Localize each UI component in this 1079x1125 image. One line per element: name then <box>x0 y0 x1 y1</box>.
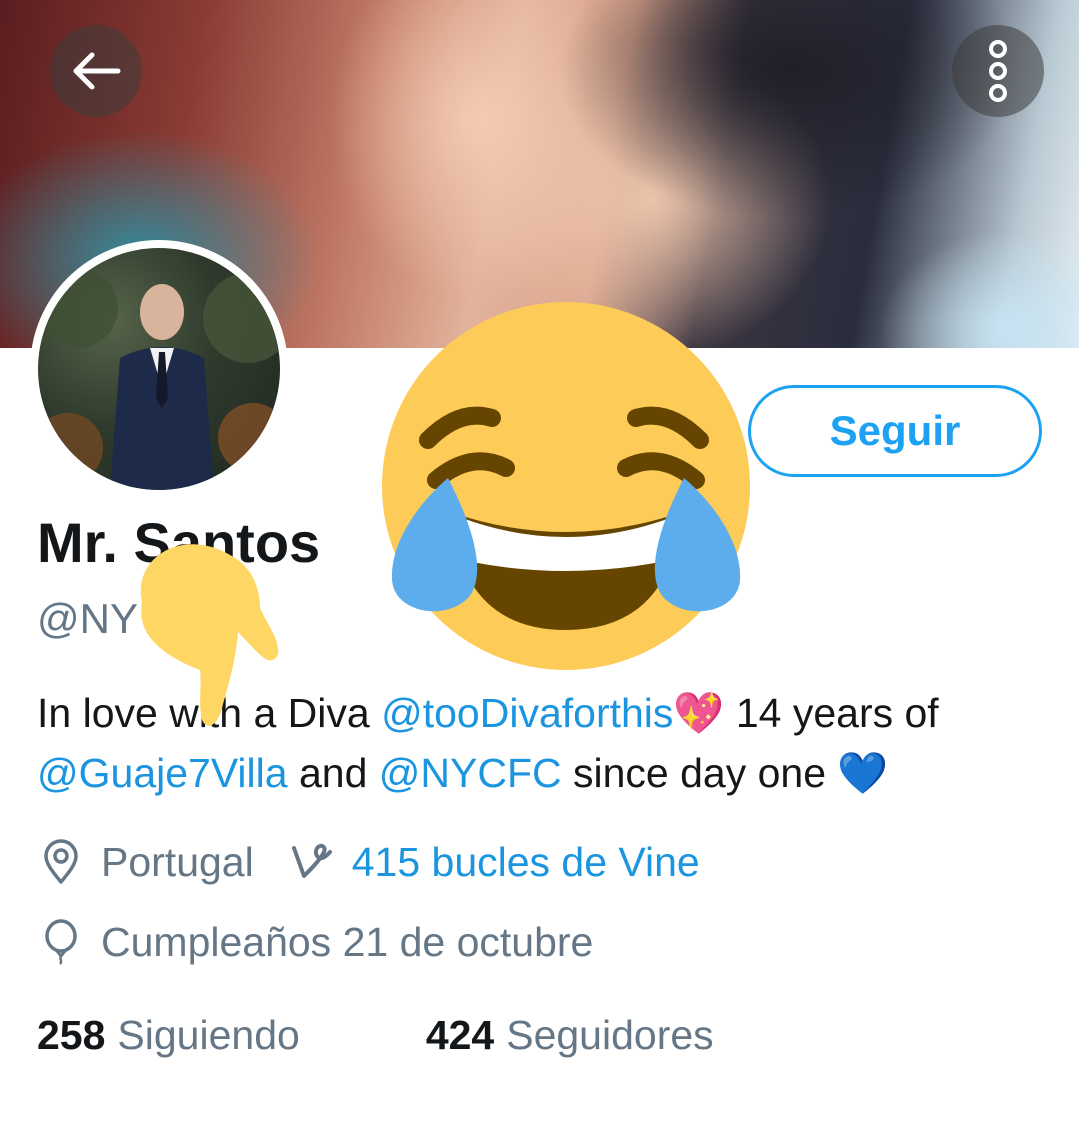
following-stat[interactable]: 258 Siguiendo <box>37 1012 300 1059</box>
arrow-left-icon <box>73 52 121 90</box>
vertical-dots-icon <box>989 40 1007 102</box>
location-row: Portugal 415 bucles de Vine <box>37 838 700 886</box>
follow-button-label: Seguir <box>829 407 961 454</box>
map-pin-icon <box>37 838 85 886</box>
more-options-button[interactable] <box>952 25 1044 117</box>
laughing-tears-emoji-overlay <box>382 302 750 670</box>
followers-stat[interactable]: 424 Seguidores <box>426 1012 714 1059</box>
bio-text: since day one <box>561 750 838 796</box>
avatar-figure <box>38 268 280 490</box>
birthday-text: Cumpleaños 21 de octubre <box>101 918 594 965</box>
heart-emoji: 💖 <box>673 690 725 736</box>
mention-link[interactable]: @NYCFC <box>379 750 562 796</box>
birthday-row: Cumpleaños 21 de octubre <box>37 918 593 966</box>
bio-text: 14 years of <box>724 690 939 736</box>
location-text: Portugal <box>101 838 254 885</box>
follow-button[interactable]: Seguir <box>748 385 1042 477</box>
following-count: 258 <box>37 1012 106 1058</box>
following-label: Siguiendo <box>117 1012 300 1058</box>
followers-count: 424 <box>425 1012 495 1058</box>
vine-logo-icon <box>288 838 336 886</box>
followers-label: Seguidores <box>506 1012 714 1058</box>
pointing-hand-overlay <box>140 544 279 726</box>
bio-text: and <box>287 750 379 796</box>
mention-link[interactable]: @Guaje7Villa <box>37 750 288 796</box>
avatar[interactable] <box>30 240 288 498</box>
mention-link[interactable]: @tooDivaforthis <box>381 690 673 736</box>
balloon-icon <box>37 918 85 966</box>
follow-stats: 258 Siguiendo 424 Seguidores <box>37 1012 714 1059</box>
back-button[interactable] <box>50 25 142 117</box>
vine-link[interactable]: 415 bucles de Vine <box>288 838 700 886</box>
vine-loops-link[interactable]: 415 bucles de Vine <box>352 839 700 886</box>
avatar-image <box>38 248 280 490</box>
banner-shape <box>880 230 1079 348</box>
blue-heart-emoji: 💙 <box>837 750 889 796</box>
